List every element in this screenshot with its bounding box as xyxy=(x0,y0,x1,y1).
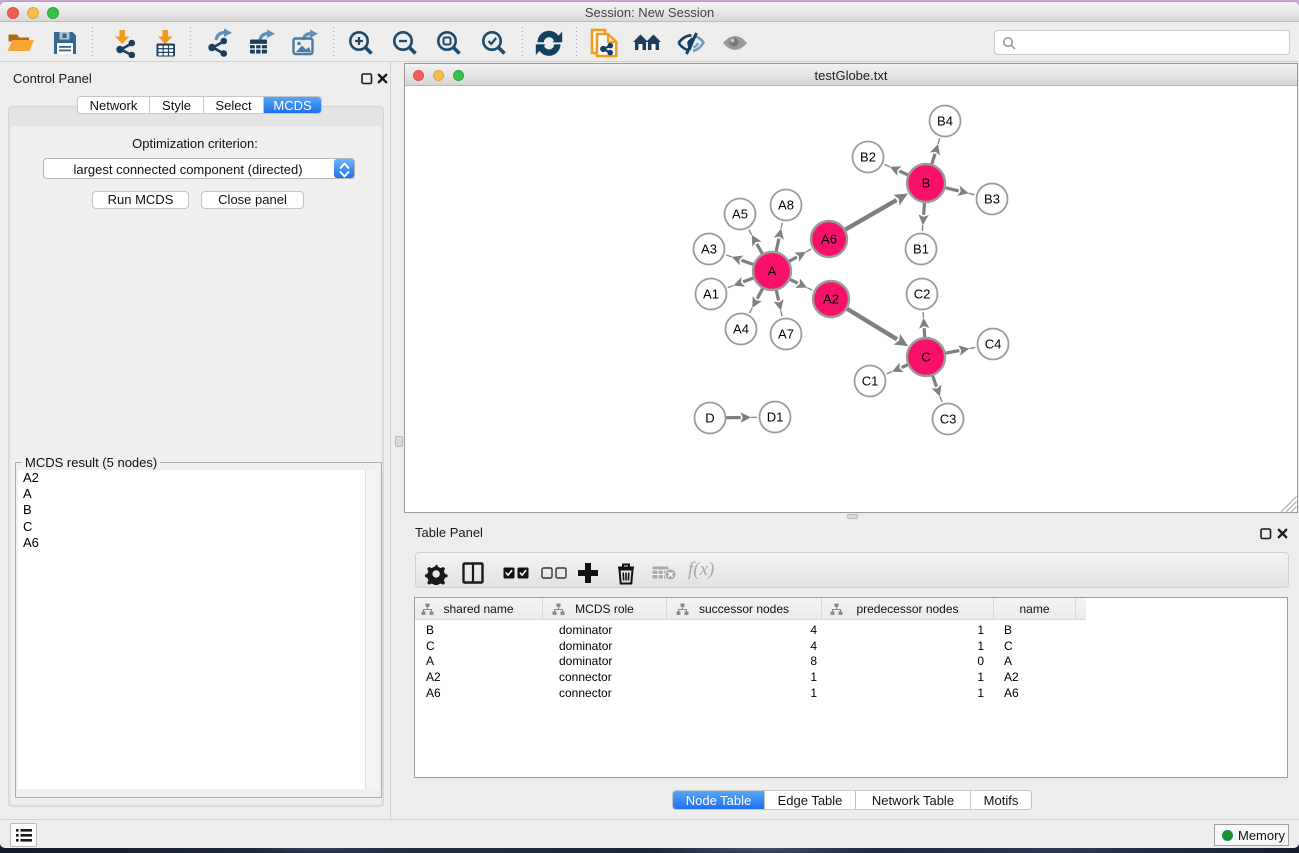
svg-text:D: D xyxy=(705,411,714,426)
svg-text:A2: A2 xyxy=(823,292,839,307)
svg-text:B1: B1 xyxy=(913,242,929,257)
svg-text:B2: B2 xyxy=(860,150,876,165)
svg-text:C: C xyxy=(921,350,930,365)
svg-text:B4: B4 xyxy=(937,114,953,129)
svg-text:A6: A6 xyxy=(821,232,837,247)
svg-text:A: A xyxy=(768,264,777,279)
svg-text:A7: A7 xyxy=(778,327,794,342)
svg-text:A3: A3 xyxy=(701,242,717,257)
svg-text:C4: C4 xyxy=(985,337,1002,352)
svg-text:A5: A5 xyxy=(732,207,748,222)
svg-text:A4: A4 xyxy=(733,322,749,337)
svg-text:A8: A8 xyxy=(778,198,794,213)
svg-text:B: B xyxy=(922,176,931,191)
svg-text:C1: C1 xyxy=(862,374,879,389)
svg-text:A1: A1 xyxy=(703,287,719,302)
svg-text:C2: C2 xyxy=(914,287,931,302)
svg-text:B3: B3 xyxy=(984,192,1000,207)
svg-text:D1: D1 xyxy=(767,410,784,425)
svg-text:C3: C3 xyxy=(940,412,957,427)
